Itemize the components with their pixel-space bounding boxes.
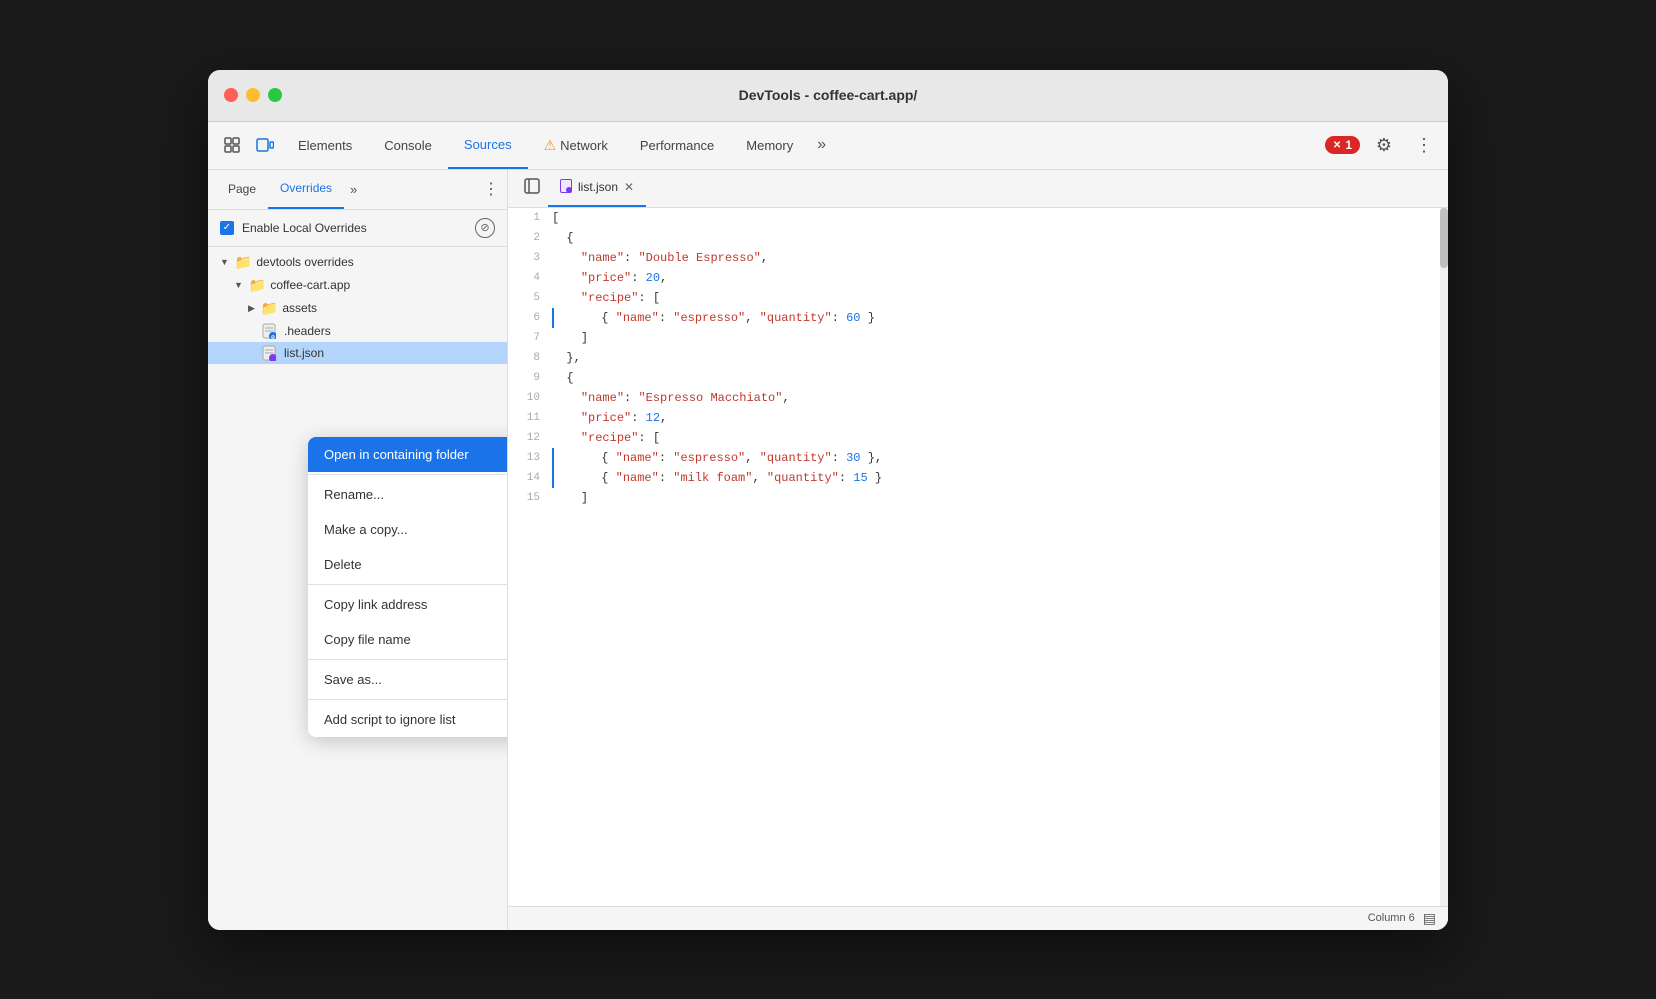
folder-icon: 📁 xyxy=(261,300,278,317)
code-line-1: 1 [ xyxy=(508,208,1448,228)
status-column: Column 6 xyxy=(1368,912,1415,924)
sidebar-tab-menu[interactable]: ⋮ xyxy=(483,179,499,199)
main-content: Page Overrides » ⋮ ✓ Enable Local Overri… xyxy=(208,170,1448,930)
ctx-copy-file-name[interactable]: Copy file name xyxy=(308,622,507,657)
folder-icon: 📁 xyxy=(235,254,252,271)
more-menu-button[interactable]: ⋮ xyxy=(1408,129,1440,161)
tree-item-assets[interactable]: ▶ 📁 assets xyxy=(208,297,507,320)
ctx-make-copy[interactable]: Make a copy... xyxy=(308,512,507,547)
top-tabs-bar: Elements Console Sources ⚠ Network Perfo… xyxy=(208,122,1448,170)
ctx-separator-4 xyxy=(308,699,507,700)
code-line-9: 9 { xyxy=(508,368,1448,388)
code-line-15: 15 ] xyxy=(508,488,1448,508)
tab-network[interactable]: ⚠ Network xyxy=(528,122,624,169)
ctx-save-as[interactable]: Save as... xyxy=(308,662,507,697)
devtools-window: DevTools - coffee-cart.app/ Elements Con… xyxy=(208,70,1448,930)
status-bar: Column 6 ▤ xyxy=(508,906,1448,930)
ctx-separator-1 xyxy=(308,474,507,475)
code-line-3: 3 "name": "Double Espresso", xyxy=(508,248,1448,268)
code-line-11: 11 "price": 12, xyxy=(508,408,1448,428)
code-line-6: 6 { "name": "espresso", "quantity": 60 } xyxy=(508,308,1448,328)
close-button[interactable] xyxy=(224,88,238,102)
code-line-14: 14 { "name": "milk foam", "quantity": 15… xyxy=(508,468,1448,488)
code-line-10: 10 "name": "Espresso Macchiato", xyxy=(508,388,1448,408)
editor-tabs: list.json ✕ xyxy=(508,170,1448,208)
error-badge[interactable]: ✕ 1 xyxy=(1325,136,1360,154)
settings-button[interactable]: ⚙ xyxy=(1368,129,1400,161)
tree-item-list-json[interactable]: list.json xyxy=(208,342,507,364)
window-title: DevTools - coffee-cart.app/ xyxy=(739,87,918,103)
editor-scrollbar-track xyxy=(1440,208,1448,906)
device-icon[interactable] xyxy=(248,137,282,153)
code-editor[interactable]: 1 [ 2 { 3 "name": "Double Espresso", 4 xyxy=(508,208,1448,906)
sidebar-tab-more[interactable]: » xyxy=(344,182,363,197)
sidebar: Page Overrides » ⋮ ✓ Enable Local Overri… xyxy=(208,170,508,930)
code-line-7: 7 ] xyxy=(508,328,1448,348)
file-json-icon xyxy=(262,345,280,361)
tree-item-devtools-overrides[interactable]: ▼ 📁 devtools overrides xyxy=(208,251,507,274)
clear-overrides-button[interactable]: ⊘ xyxy=(475,218,495,238)
ctx-rename[interactable]: Rename... xyxy=(308,477,507,512)
overrides-control: ✓ Enable Local Overrides ⊘ xyxy=(208,210,507,247)
svg-text:⊕: ⊕ xyxy=(270,335,275,339)
file-json-tab-icon xyxy=(560,179,572,196)
code-line-2: 2 { xyxy=(508,228,1448,248)
tab-more-button[interactable]: » xyxy=(809,136,834,154)
ctx-separator-3 xyxy=(308,659,507,660)
status-icon[interactable]: ▤ xyxy=(1423,910,1436,927)
sidebar-tab-overrides[interactable]: Overrides xyxy=(268,170,344,209)
code-line-8: 8 }, xyxy=(508,348,1448,368)
minimize-button[interactable] xyxy=(246,88,260,102)
file-tree: ▼ 📁 devtools overrides ▼ 📁 coffee-cart.a… xyxy=(208,247,507,930)
code-line-4: 4 "price": 20, xyxy=(508,268,1448,288)
traffic-lights xyxy=(224,88,282,102)
editor-area: list.json ✕ 1 [ 2 { 3 xyxy=(508,170,1448,930)
ctx-open-containing-folder[interactable]: Open in containing folder xyxy=(308,437,507,472)
code-line-13: 13 { "name": "espresso", "quantity": 30 … xyxy=(508,448,1448,468)
ctx-separator-2 xyxy=(308,584,507,585)
tab-elements[interactable]: Elements xyxy=(282,122,368,169)
folder-icon: 📁 xyxy=(249,277,266,294)
chevron-right-icon: ▶ xyxy=(248,303,255,314)
code-line-12: 12 "recipe": [ xyxy=(508,428,1448,448)
sidebar-tabs: Page Overrides » ⋮ xyxy=(208,170,507,210)
enable-overrides-label: Enable Local Overrides xyxy=(242,221,467,235)
editor-tab-filename: list.json xyxy=(578,180,618,194)
tab-actions: ✕ 1 ⚙ ⋮ xyxy=(1325,129,1440,161)
tab-console[interactable]: Console xyxy=(368,122,448,169)
tree-item-headers[interactable]: ⊕ .headers xyxy=(208,320,507,342)
network-warn-icon: ⚠ xyxy=(544,137,557,154)
tree-item-coffee-cart-app[interactable]: ▼ 📁 coffee-cart.app xyxy=(208,274,507,297)
context-menu: Open in containing folder Rename... Make… xyxy=(308,437,507,737)
editor-tab-list-json[interactable]: list.json ✕ xyxy=(548,170,646,207)
file-headers-icon: ⊕ xyxy=(262,323,280,339)
sidebar-tab-page[interactable]: Page xyxy=(216,170,268,209)
tab-memory[interactable]: Memory xyxy=(730,122,809,169)
maximize-button[interactable] xyxy=(268,88,282,102)
code-line-5: 5 "recipe": [ xyxy=(508,288,1448,308)
panel-layout-icon[interactable] xyxy=(516,178,548,199)
enable-overrides-checkbox[interactable]: ✓ xyxy=(220,221,234,235)
title-bar: DevTools - coffee-cart.app/ xyxy=(208,70,1448,122)
selector-icon[interactable] xyxy=(216,137,248,153)
ctx-add-to-ignore-list[interactable]: Add script to ignore list xyxy=(308,702,507,737)
editor-scrollbar-thumb[interactable] xyxy=(1440,208,1448,268)
editor-tab-close-button[interactable]: ✕ xyxy=(624,180,634,194)
tab-performance[interactable]: Performance xyxy=(624,122,730,169)
error-x-icon: ✕ xyxy=(1333,140,1341,151)
ctx-copy-link-address[interactable]: Copy link address xyxy=(308,587,507,622)
chevron-down-icon: ▼ xyxy=(220,257,229,267)
tab-sources[interactable]: Sources xyxy=(448,122,528,169)
ctx-delete[interactable]: Delete xyxy=(308,547,507,582)
chevron-down-icon: ▼ xyxy=(234,280,243,290)
